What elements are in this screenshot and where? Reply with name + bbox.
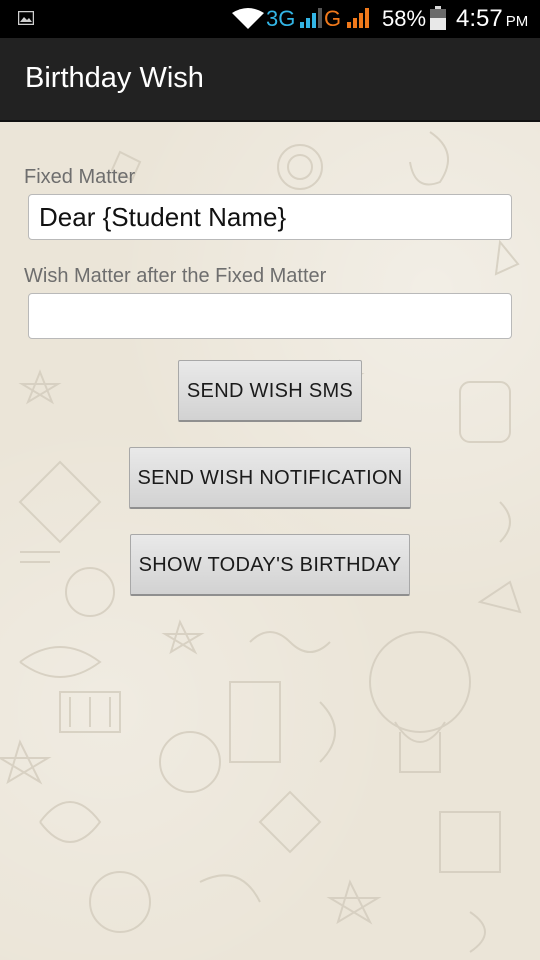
network-g-label: G [324,6,342,31]
battery-icon [430,6,446,30]
status-bar: 3G G 58% 4:57 PM [0,0,540,38]
wifi-icon [232,8,264,29]
wish-matter-label: Wish Matter after the Fixed Matter [24,265,327,287]
app-title: Birthday Wish [25,62,204,94]
clock-ampm: PM [505,13,529,30]
clock-time: 4:57 [456,5,503,32]
clock: 4:57 PM [456,5,528,33]
battery-percent: 58% [382,6,427,31]
signal-strength-2-icon [347,8,369,28]
network-3g-label: 3G [266,6,296,31]
show-todays-birthday-button[interactable]: SHOW TODAY'S BIRTHDAY [130,534,410,596]
fixed-matter-input[interactable] [28,194,512,240]
fixed-matter-label: Fixed Matter [24,166,136,188]
signal-strength-icon [300,8,322,28]
send-wish-notification-button[interactable]: SEND WISH NOTIFICATION [129,447,411,509]
wish-matter-input[interactable] [28,293,512,339]
send-wish-sms-button[interactable]: SEND WISH SMS [178,360,362,422]
image-notification-icon [18,11,34,25]
action-bar: Birthday Wish [0,38,540,122]
main-content: Fixed Matter Wish Matter after the Fixed… [0,122,540,960]
